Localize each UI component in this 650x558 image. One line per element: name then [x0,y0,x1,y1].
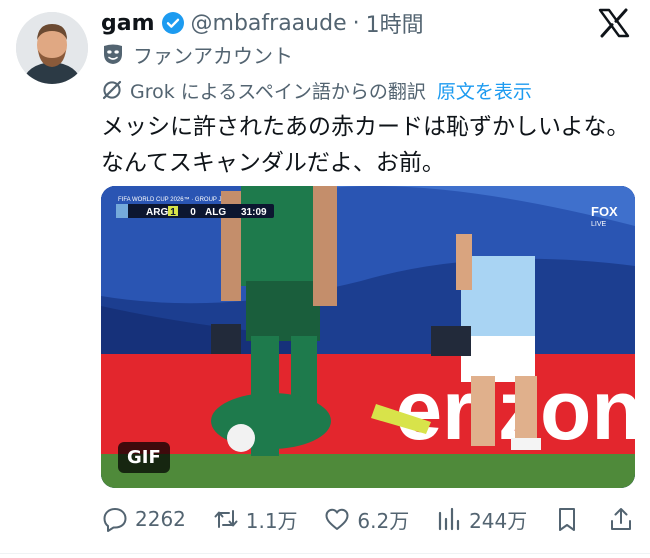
avatar-image [16,12,88,84]
grok-icon [102,80,122,100]
repost-button[interactable]: 1.1万 [212,505,298,534]
tweet-media[interactable]: erizon ARG 1 0 ALG 31:09 FIFA WORLD CUP … [101,186,635,488]
bookmark-button[interactable] [553,505,581,533]
views-button[interactable]: 244万 [435,505,527,534]
reply-button[interactable]: 2262 [101,505,186,533]
tweet-header: gam @mbafraaude · 1時間 [101,7,424,39]
views-chart-icon [438,507,460,531]
tweet-text: メッシに許されたあの赤カードは恥ずかしいよな。なんてスキャンダルだよ、お前。 [101,114,630,176]
timestamp[interactable]: 1時間 [366,7,424,39]
verified-badge-icon [161,12,184,34]
bookmark-icon [559,508,576,531]
tweet-actions: 2262 1.1万 6.2万 244万 [101,499,635,539]
heart-icon [325,508,349,530]
views-count: 244万 [469,508,528,533]
fan-account-text: ファンアカウント [133,43,293,68]
like-button[interactable]: 6.2万 [323,505,409,534]
avatar[interactable] [16,12,88,84]
match-clock: 31:09 [241,207,267,218]
broadcaster-sub: LIVE [591,221,607,228]
share-icon [610,508,631,530]
broadcaster-logo: FOX [591,204,618,219]
repost-icon [214,510,238,528]
gif-badge: GIF [118,442,170,473]
show-original-link[interactable]: 原文を表示 [437,77,532,104]
share-button[interactable] [607,505,635,533]
fan-account-label: ファンアカウント [101,40,293,68]
repost-count: 1.1万 [245,508,298,533]
gif-frame: erizon ARG 1 0 ALG 31:09 FIFA WORLD CUP … [101,186,635,488]
score-away: 0 [190,207,196,218]
score-home: 1 [170,207,176,218]
x-logo-icon[interactable] [598,8,630,38]
translation-bar: Grok によるスペイン語からの翻訳 原文を表示 [101,76,532,104]
reply-count: 2262 [135,507,186,531]
reply-icon [103,508,127,532]
translation-note: Grok によるスペイン語からの翻訳 [130,80,426,103]
user-handle[interactable]: @mbafraaude [191,11,347,36]
competition-label: FIFA WORLD CUP 2026™ · GROUP J [118,196,221,203]
team-away: ALG [205,207,226,218]
like-count: 6.2万 [357,508,410,533]
mask-icon [104,44,122,64]
separator-dot: · [352,10,360,36]
display-name[interactable]: gam [101,11,155,36]
team-home: ARG [146,207,168,218]
divider [0,553,650,554]
